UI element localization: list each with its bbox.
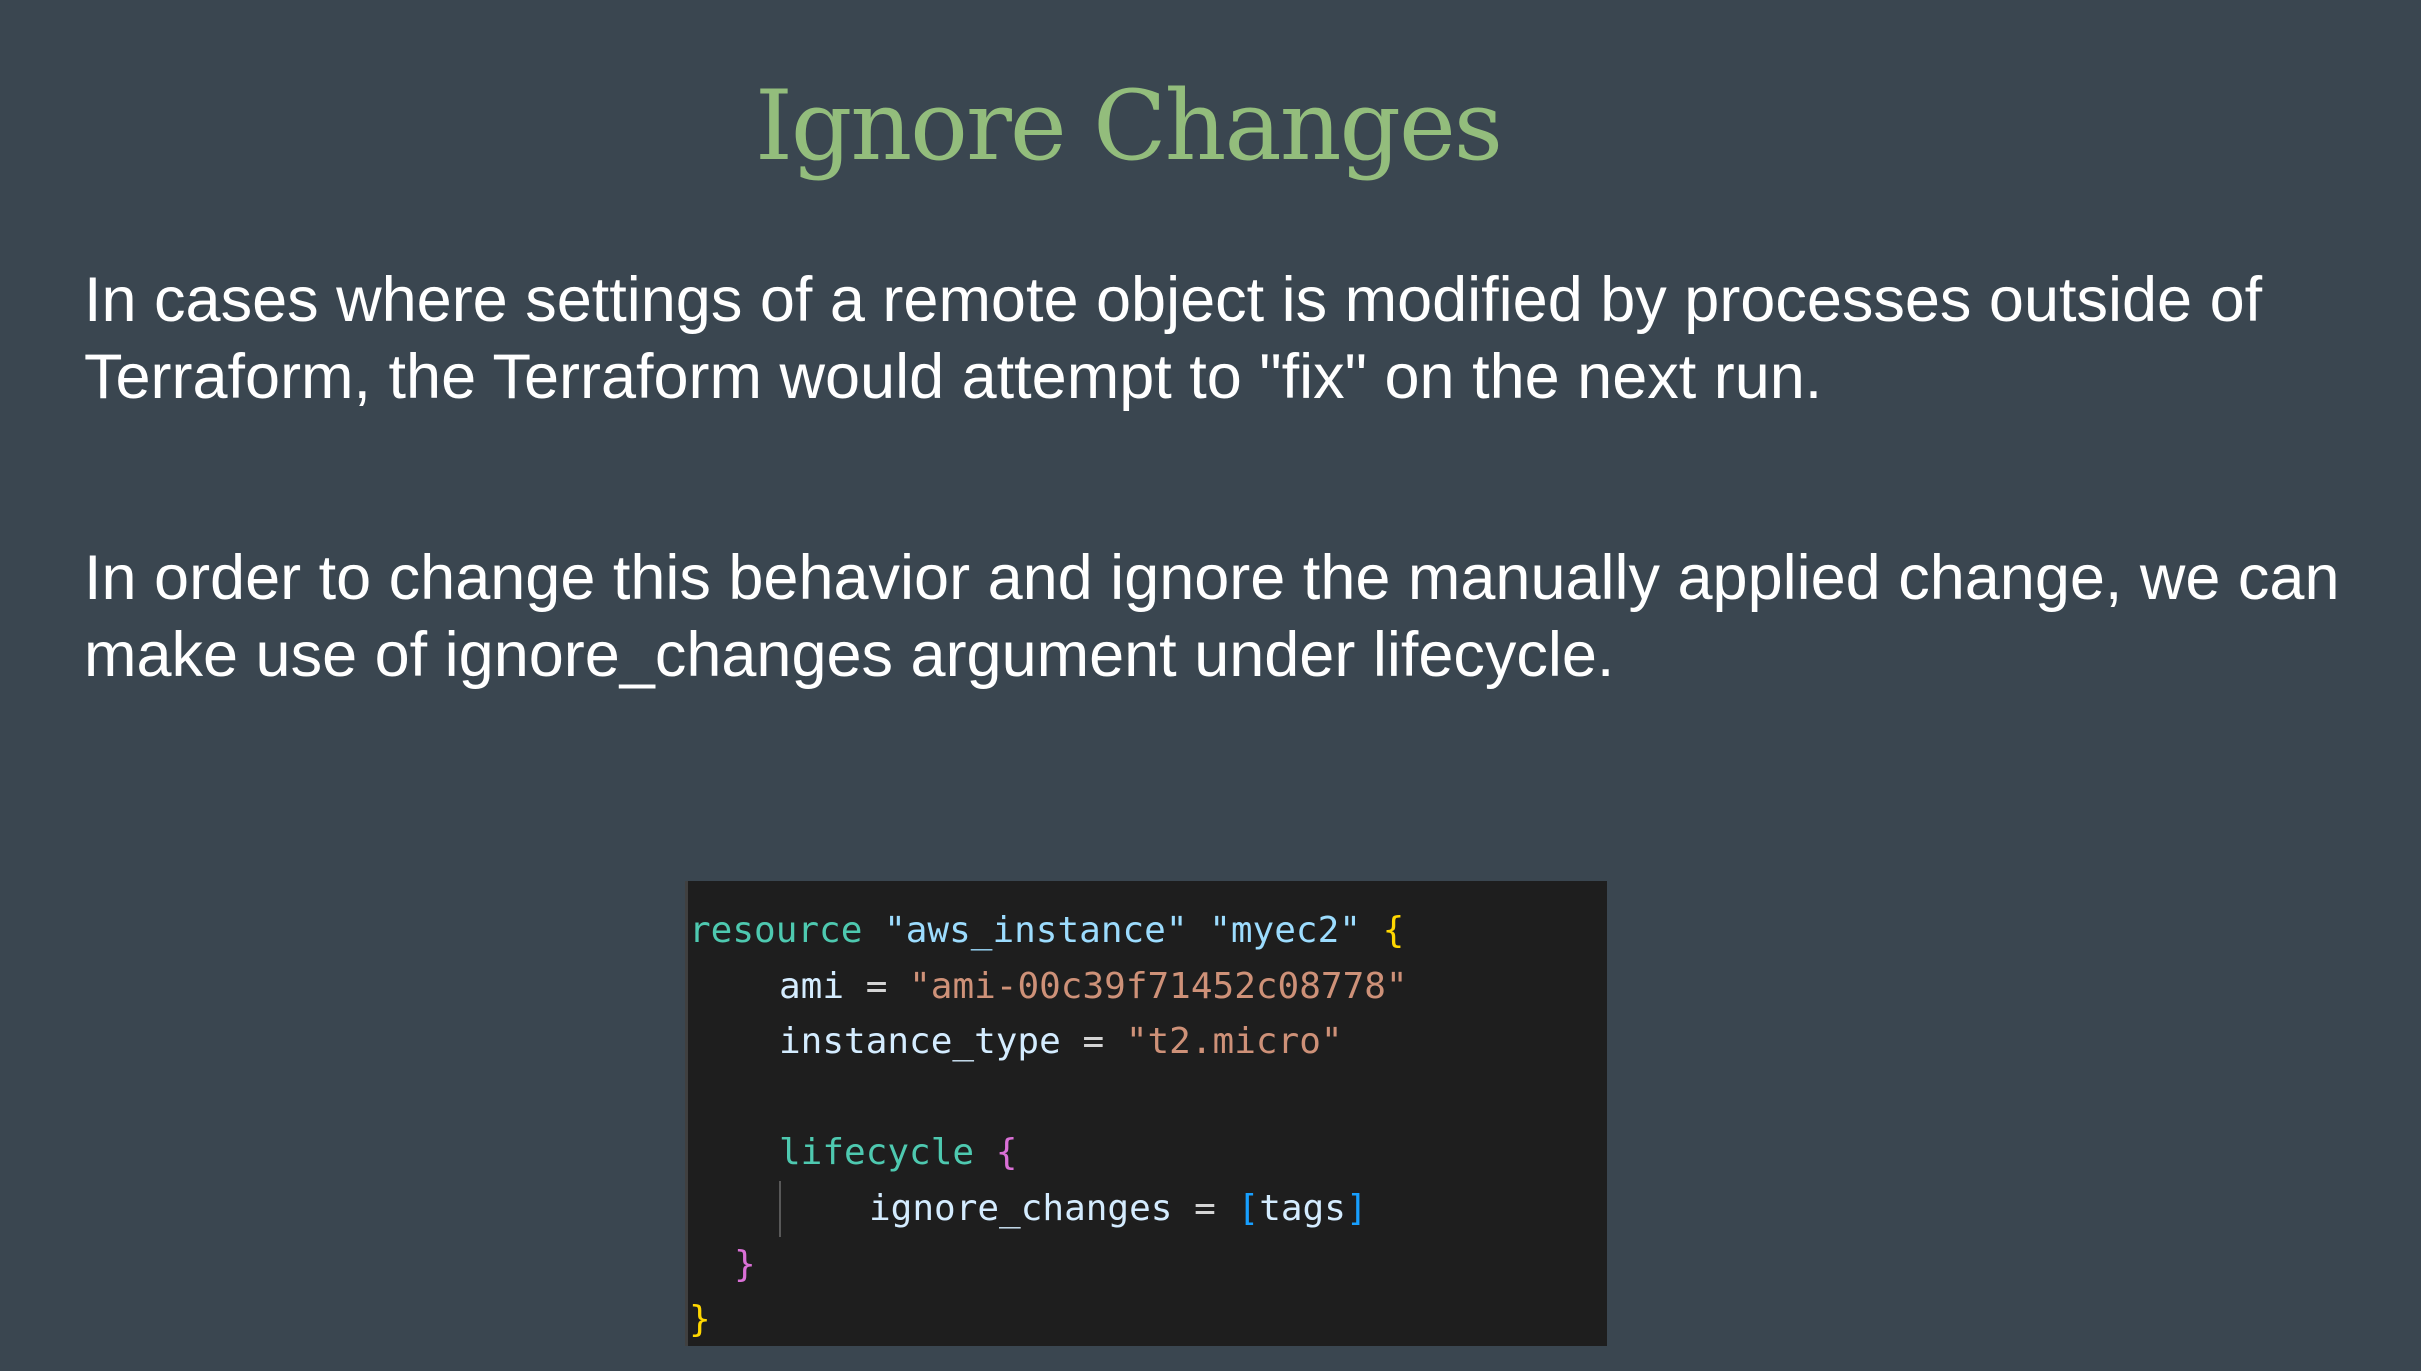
resource-type: "aws_instance" <box>884 910 1188 951</box>
resource-keyword: resource <box>689 910 863 951</box>
nested-indent-guide <box>779 1180 781 1237</box>
instance-type-key: instance_type <box>779 1021 1061 1063</box>
ami-key: ami <box>779 965 845 1007</box>
code-line-lifecycle: lifecycle { <box>685 1125 1607 1181</box>
list-open-bracket: [ <box>1237 1187 1260 1229</box>
list-value-tags: tags <box>1259 1187 1346 1229</box>
ami-equals: = <box>865 965 888 1007</box>
ignore-changes-equals: = <box>1194 1187 1216 1229</box>
resource-close-brace: } <box>689 1299 711 1341</box>
code-line-instance-type: instance_type = "t2.micro" <box>685 1014 1607 1070</box>
code-line-lifecycle-close: } <box>685 1237 1607 1293</box>
lifecycle-open-brace: { <box>995 1132 1018 1174</box>
ignore-changes-key: ignore_changes <box>869 1187 1173 1229</box>
resource-open-brace: { <box>1382 910 1405 951</box>
resource-name: "myec2" <box>1209 910 1361 951</box>
lifecycle-keyword: lifecycle <box>779 1132 975 1174</box>
paragraph-remote-modification: In cases where settings of a remote obje… <box>84 265 2263 412</box>
code-line-resource-close: } <box>685 1292 1607 1348</box>
slide-title: Ignore Changes <box>754 70 1503 182</box>
lifecycle-close-brace: } <box>734 1243 756 1285</box>
code-snippet: resource "aws_instance" "myec2" { ami = … <box>685 881 1607 1346</box>
code-line-ignore-changes: ignore_changes = [tags] <box>685 1180 1607 1237</box>
instance-type-equals: = <box>1082 1021 1105 1063</box>
ami-value: "ami-00c39f71452c08778" <box>909 965 1408 1007</box>
code-line-resource: resource "aws_instance" "myec2" { <box>685 903 1607 959</box>
instance-type-value: "t2.micro" <box>1125 1021 1343 1063</box>
code-line-ami: ami = "ami-00c39f71452c08778" <box>685 959 1607 1015</box>
paragraph-ignore-changes: In order to change this behavior and ign… <box>84 543 2340 690</box>
list-close-bracket: ] <box>1345 1187 1368 1229</box>
